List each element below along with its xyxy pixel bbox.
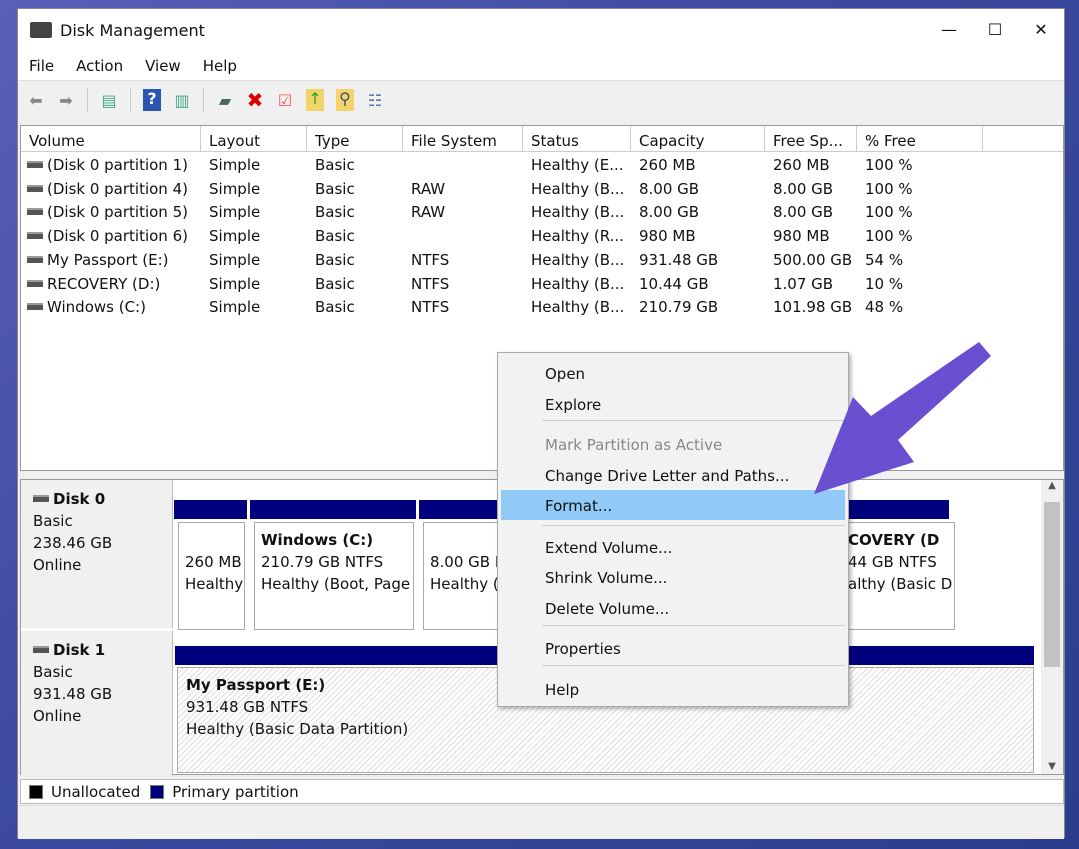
arrow-icon: [814, 342, 991, 494]
annotation-arrow: [814, 342, 991, 494]
